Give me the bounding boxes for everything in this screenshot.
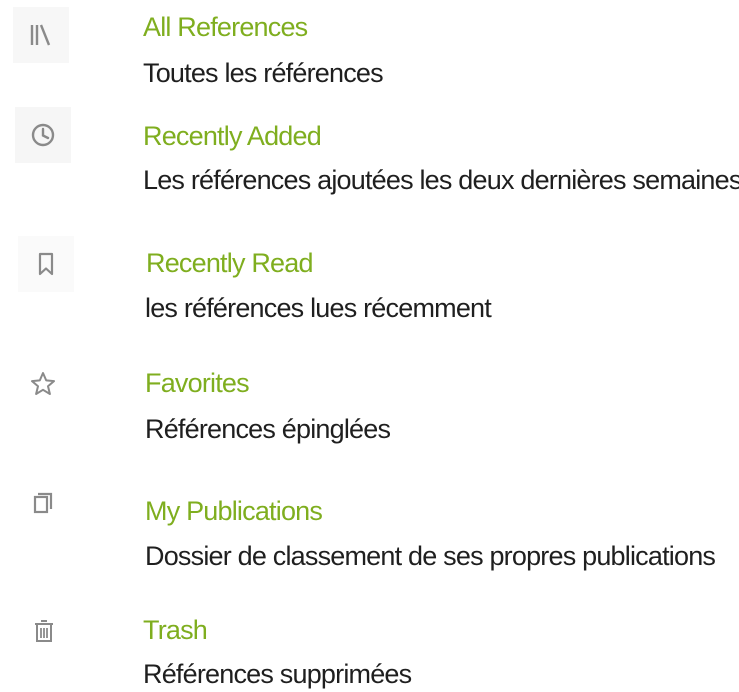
item-title: Favorites [145,368,250,398]
trash-icon [16,603,72,659]
item-description: Les références ajoutées les deux dernièr… [143,165,739,195]
item-title: My Publications [145,496,323,526]
item-description: les références lues récemment [145,293,492,323]
publications-icon [15,475,71,531]
clock-icon [15,107,71,163]
bookmark-icon [18,236,74,292]
item-description: Références supprimées [143,659,412,689]
item-title: Recently Read [146,248,314,278]
item-title: All References [143,12,308,42]
item-title: Recently Added [143,121,322,151]
library-icon [13,7,69,63]
star-icon [15,356,71,412]
item-title: Trash [143,615,208,645]
item-description: Dossier de classement de ses propres pub… [145,541,716,571]
item-description: Toutes les références [143,58,384,88]
item-description: Références épinglées [145,414,391,444]
